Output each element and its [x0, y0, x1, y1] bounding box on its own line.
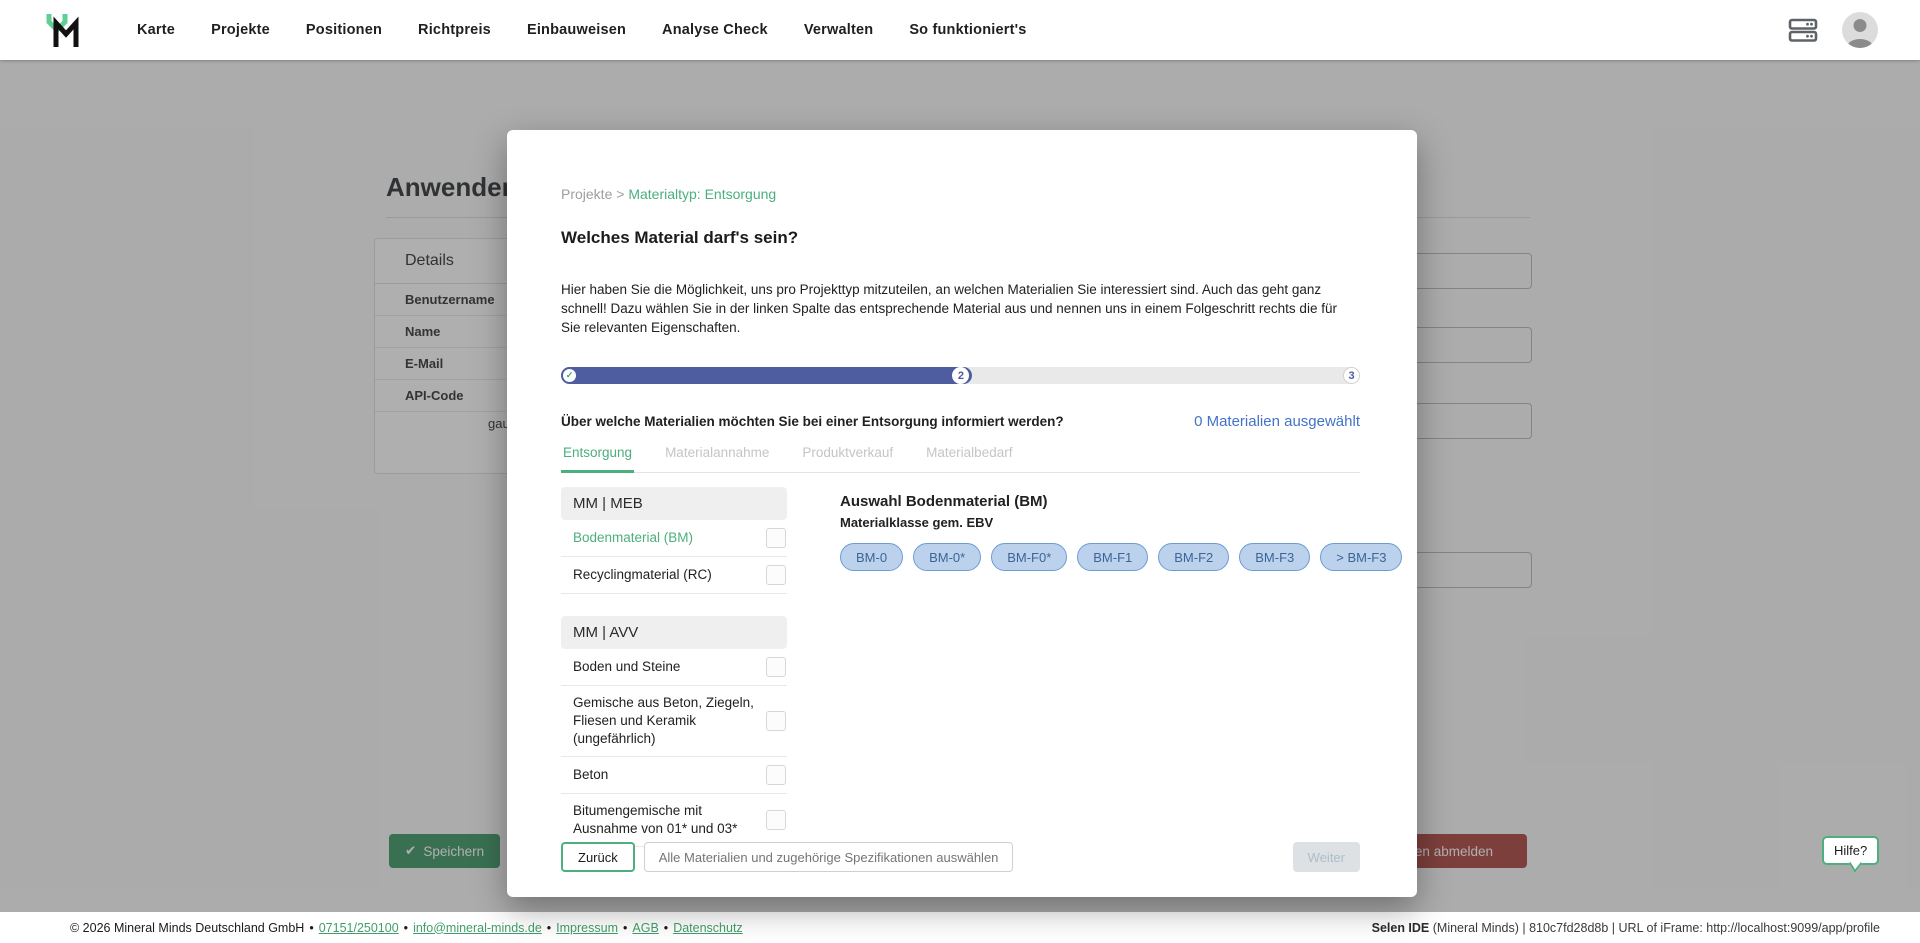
material-item-label: Bitumengemische mit Ausnahme von 01* und…: [573, 802, 766, 838]
chip-bm-0[interactable]: BM-0*: [913, 543, 981, 571]
dialog-description: Hier haben Sie die Möglichkeit, uns pro …: [561, 280, 1360, 337]
nav-item-einbauweisen[interactable]: Einbauweisen: [527, 22, 626, 38]
step1-check-icon: ✓: [563, 369, 576, 382]
dialog-title: Welches Material darf's sein?: [561, 228, 1360, 248]
navbar-actions: [1788, 12, 1878, 48]
select-all-button[interactable]: Alle Materialien und zugehörige Spezifik…: [644, 842, 1014, 872]
tab-produktverkauf[interactable]: Produktverkauf: [800, 445, 895, 472]
breadcrumb-current: Materialtyp: Entsorgung: [628, 186, 776, 202]
navbar: Karte Projekte Positionen Richtpreis Einbauw…: [0, 0, 1920, 60]
footer: © 2026 Mineral Minds Deutschland GmbH • 07…: [0, 912, 1920, 943]
help-tooltip[interactable]: Hilfe?: [1822, 836, 1879, 865]
material-group-mm-meb: MM | MEB Bodenmaterial (BM) Recyclingmater…: [561, 487, 787, 594]
chip-bm-f2[interactable]: BM-F2: [1158, 543, 1229, 571]
material-item-bitumengemische-mit-ausnahme-von-01-und-03[interactable]: Bitumengemische mit Ausnahme von 01* und…: [561, 794, 787, 847]
progress-step-3: 3: [1343, 367, 1360, 384]
selection-title: Auswahl Bodenmaterial (BM): [840, 493, 1402, 510]
footer-link-07151-250100[interactable]: 07151/250100: [319, 921, 399, 935]
group-header-mm-avv: MM | AVV: [561, 616, 787, 649]
material-item-label: Boden und Steine: [573, 658, 766, 676]
material-class-chips: BM-0 BM-0* BM-F0* BM-F1 BM-F2 BM-F3 > BM-F3: [840, 543, 1402, 571]
selected-count[interactable]: 0 Materialien ausgewählt: [1194, 413, 1360, 430]
checkbox[interactable]: [766, 765, 786, 785]
app-logo-icon[interactable]: [45, 9, 85, 51]
server-icon[interactable]: [1788, 15, 1818, 45]
footer-separator: •: [623, 921, 627, 935]
checkbox[interactable]: [766, 657, 786, 677]
chip-bm-f1[interactable]: BM-F1: [1077, 543, 1148, 571]
tab-materialbedarf[interactable]: Materialbedarf: [924, 445, 1014, 472]
nav-item-positionen[interactable]: Positionen: [306, 22, 382, 38]
material-item-label: Beton: [573, 766, 766, 784]
material-item-label: Recyclingmaterial (RC): [573, 566, 766, 584]
user-avatar[interactable]: [1842, 12, 1878, 48]
nav-item-so-funktioniert-s[interactable]: So funktioniert's: [909, 22, 1026, 38]
material-item-gemische-aus-beton-ziegeln-fliesen-und-keramik-ungef-hrlich[interactable]: Gemische aus Beton, Ziegeln, Fliesen und…: [561, 686, 787, 757]
footer-link-info-mineral-minds-de[interactable]: info@mineral-minds.de: [413, 921, 542, 935]
copyright-text: © 2026 Mineral Minds Deutschland GmbH: [70, 921, 304, 935]
progress-fill: ✓: [561, 367, 972, 384]
footer-link-agb[interactable]: AGB: [632, 921, 658, 935]
footer-separator: •: [547, 921, 551, 935]
footer-left: © 2026 Mineral Minds Deutschland GmbH • 07…: [70, 921, 743, 935]
material-item-recyclingmaterial-rc[interactable]: Recyclingmaterial (RC): [561, 557, 787, 594]
material-group-mm-avv: MM | AVV Boden und Steine Gemische aus Bet…: [561, 616, 787, 847]
material-item-beton[interactable]: Beton: [561, 757, 787, 794]
checkbox[interactable]: [766, 711, 786, 731]
nav-item-karte[interactable]: Karte: [137, 22, 175, 38]
footer-link-impressum[interactable]: Impressum: [556, 921, 618, 935]
selection-panel: Auswahl Bodenmaterial (BM) Materialklass…: [840, 487, 1402, 869]
nav-item-verwalten[interactable]: Verwalten: [804, 22, 874, 38]
material-type-tabs: Entsorgung Materialannahme Produktverkauf M…: [561, 445, 1360, 473]
material-item-boden-und-steine[interactable]: Boden und Steine: [561, 649, 787, 686]
avatar-head-icon: [1854, 19, 1867, 32]
question-label: Über welche Materialien möchten Sie bei …: [561, 414, 1064, 429]
checkbox[interactable]: [766, 810, 786, 830]
footer-link-datenschutz[interactable]: Datenschutz: [673, 921, 742, 935]
footer-separator: •: [404, 921, 408, 935]
material-item-label: Gemische aus Beton, Ziegeln, Fliesen und…: [573, 694, 766, 748]
material-item-label: Bodenmaterial (BM): [573, 529, 766, 547]
avatar-body-icon: [1847, 39, 1873, 48]
chip-bm-f0[interactable]: BM-F0*: [991, 543, 1067, 571]
breadcrumb-prefix[interactable]: Projekte >: [561, 186, 628, 202]
progress-bar: ✓ 2 3: [561, 367, 1360, 384]
nav-item-analyse-check[interactable]: Analyse Check: [662, 22, 768, 38]
nav-item-projekte[interactable]: Projekte: [211, 22, 270, 38]
chip-bm-f3[interactable]: BM-F3: [1239, 543, 1310, 571]
nav-item-richtpreis[interactable]: Richtpreis: [418, 22, 491, 38]
checkbox[interactable]: [766, 565, 786, 585]
breadcrumb: Projekte > Materialtyp: Entsorgung: [561, 186, 1360, 202]
group-header-mm-meb: MM | MEB: [561, 487, 787, 520]
material-item-bodenmaterial-bm[interactable]: Bodenmaterial (BM): [561, 520, 787, 557]
chip-bm-f3[interactable]: > BM-F3: [1320, 543, 1402, 571]
material-list: MM | MEB Bodenmaterial (BM) Recyclingmater…: [561, 487, 787, 869]
chip-bm-0[interactable]: BM-0: [840, 543, 903, 571]
back-button[interactable]: Zurück: [561, 842, 635, 872]
checkbox[interactable]: [766, 528, 786, 548]
selection-subtitle: Materialklasse gem. EBV: [840, 515, 1402, 530]
next-button[interactable]: Weiter: [1293, 842, 1360, 872]
footer-separator: •: [664, 921, 668, 935]
tab-entsorgung[interactable]: Entsorgung: [561, 445, 634, 473]
footer-separator: •: [309, 921, 313, 935]
dialog-actions: Zurück Alle Materialien und zugehörige S…: [561, 842, 1360, 872]
footer-debug-info: Selen IDE (Mineral Minds) | 810c7fd28d8b…: [1372, 921, 1880, 935]
nav-menu: Karte Projekte Positionen Richtpreis Einbauw…: [137, 22, 1027, 38]
material-selection-dialog: Projekte > Materialtyp: Entsorgung Welch…: [507, 130, 1417, 897]
tab-materialannahme[interactable]: Materialannahme: [663, 445, 771, 472]
